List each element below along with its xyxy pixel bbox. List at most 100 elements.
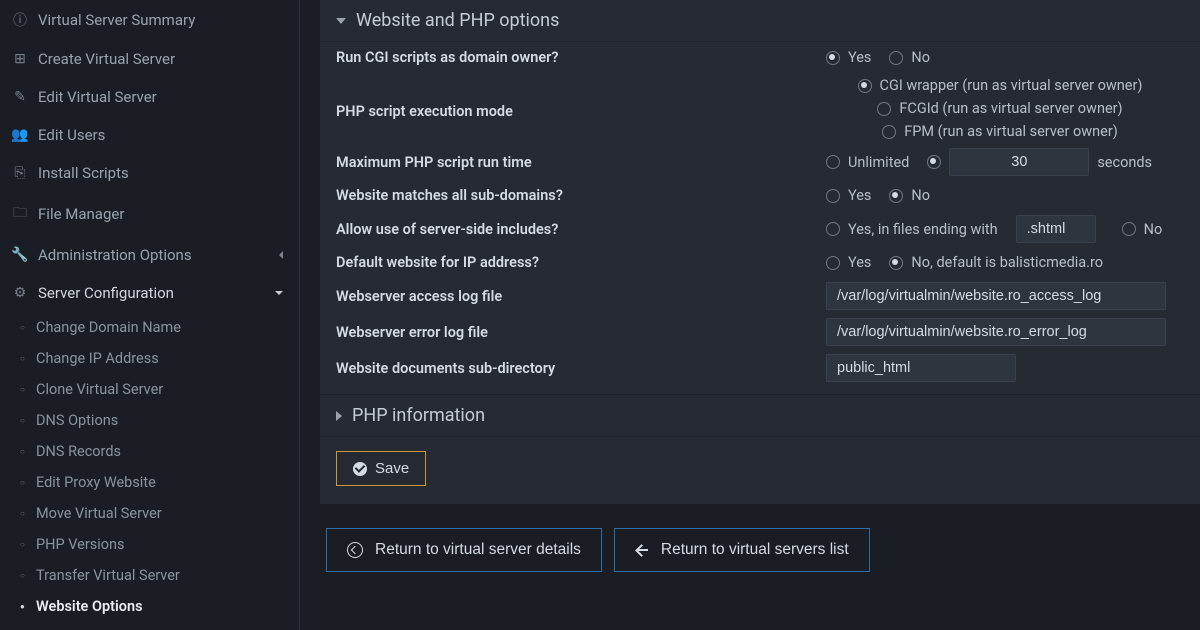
- label-doc-subdir: Website documents sub-directory: [336, 357, 826, 380]
- bottom-buttons: Return to virtual server details Return …: [320, 504, 1200, 596]
- maxrun-value-radio[interactable]: [927, 155, 941, 169]
- sidebar-item-label: Edit Virtual Server: [38, 88, 157, 106]
- run-cgi-no-radio[interactable]: [889, 51, 903, 65]
- sidebar-item-label: Install Scripts: [38, 164, 129, 182]
- sidebar-item-server-config[interactable]: ⚙ Server Configuration: [0, 274, 299, 312]
- sidebar-item-label: File Manager: [38, 205, 124, 223]
- label-match-subdomains: Website matches all sub-domains?: [336, 184, 826, 207]
- label-max-runtime: Maximum PHP script run time: [336, 151, 826, 174]
- chevron-down-icon: [336, 18, 346, 24]
- info-icon: ⓘ: [10, 10, 30, 30]
- doc-subdir-input[interactable]: [826, 354, 1016, 382]
- install-icon: ⎘: [10, 165, 30, 181]
- sub-php-versions[interactable]: PHP Versions: [0, 529, 299, 560]
- php-mode-fcgid-radio[interactable]: [877, 102, 891, 116]
- check-circle-icon: [353, 462, 367, 476]
- maxrun-seconds-input[interactable]: [949, 148, 1089, 176]
- row-max-runtime: Maximum PHP script run time Unlimited se…: [320, 144, 1200, 180]
- sidebar-item-label: Edit Users: [38, 126, 105, 144]
- row-match-subdomains: Website matches all sub-domains? Yes No: [320, 180, 1200, 211]
- no-label: No: [1144, 221, 1163, 238]
- label-ssi: Allow use of server-side includes?: [336, 218, 826, 241]
- gears-icon: ⚙: [10, 285, 30, 301]
- label-run-cgi: Run CGI scripts as domain owner?: [336, 46, 826, 69]
- section-header-website-php[interactable]: Website and PHP options: [320, 0, 1200, 42]
- return-details-label: Return to virtual server details: [375, 541, 581, 559]
- sidebar-item-label: Virtual Server Summary: [38, 11, 195, 29]
- save-button[interactable]: Save: [336, 451, 426, 486]
- yes-label: Yes: [848, 254, 871, 271]
- sub-clone[interactable]: Clone Virtual Server: [0, 374, 299, 405]
- wrench-icon: 🔧: [10, 247, 30, 263]
- sidebar-item-label: Server Configuration: [38, 284, 174, 302]
- label-php-mode: PHP script execution mode: [336, 77, 826, 123]
- row-doc-subdir: Website documents sub-directory: [320, 350, 1200, 394]
- sidebar-item-install-scripts[interactable]: ⎘ Install Scripts: [0, 154, 299, 192]
- maxrun-unlimited-label: Unlimited: [848, 154, 909, 171]
- php-mode-cgiwrapper-radio[interactable]: [858, 79, 872, 93]
- yes-label: Yes: [848, 187, 871, 204]
- row-default-ip: Default website for IP address? Yes No, …: [320, 247, 1200, 278]
- defaultip-no-radio[interactable]: [889, 256, 903, 270]
- row-php-mode: PHP script execution mode CGI wrapper (r…: [320, 73, 1200, 144]
- folder-icon: 🗀: [10, 202, 30, 226]
- sidebar-item-edit-server[interactable]: ✎ Edit Virtual Server: [0, 78, 299, 116]
- chevron-right-icon: [336, 411, 342, 421]
- row-access-log: Webserver access log file: [320, 278, 1200, 314]
- php-mode-fpm-radio[interactable]: [882, 125, 896, 139]
- no-label: No: [911, 49, 930, 66]
- section-title: Website and PHP options: [356, 10, 559, 31]
- server-config-submenu: Change Domain Name Change IP Address Clo…: [0, 312, 299, 622]
- sidebar-item-label: Create Virtual Server: [38, 50, 175, 68]
- return-details-button[interactable]: Return to virtual server details: [326, 528, 602, 572]
- ssi-yes-radio[interactable]: [826, 222, 840, 236]
- label-access-log: Webserver access log file: [336, 285, 826, 308]
- sidebar-item-label: Administration Options: [38, 246, 192, 264]
- php-mode-cgiwrapper-label: CGI wrapper (run as virtual server owner…: [880, 77, 1143, 94]
- yes-label: Yes: [848, 49, 871, 66]
- sidebar-item-create[interactable]: ⊞ Create Virtual Server: [0, 40, 299, 78]
- sub-transfer[interactable]: Transfer Virtual Server: [0, 560, 299, 591]
- seconds-label: seconds: [1097, 154, 1152, 171]
- label-error-log: Webserver error log file: [336, 321, 826, 344]
- sub-dns-records[interactable]: DNS Records: [0, 436, 299, 467]
- php-mode-fpm-label: FPM (run as virtual server owner): [904, 123, 1118, 140]
- return-list-button[interactable]: Return to virtual servers list: [614, 528, 870, 572]
- sidebar: ⓘ Virtual Server Summary ⊞ Create Virtua…: [0, 0, 300, 630]
- ssi-yes-label: Yes, in files ending with: [848, 221, 998, 238]
- save-label: Save: [375, 460, 409, 477]
- sidebar-item-edit-users[interactable]: 👥 Edit Users: [0, 116, 299, 154]
- ssi-no-radio[interactable]: [1122, 222, 1136, 236]
- php-info-title: PHP information: [352, 405, 485, 426]
- sub-move[interactable]: Move Virtual Server: [0, 498, 299, 529]
- matchsub-yes-radio[interactable]: [826, 189, 840, 203]
- ssi-ext-input[interactable]: [1016, 215, 1096, 243]
- access-log-input[interactable]: [826, 282, 1166, 310]
- users-icon: 👥: [10, 127, 30, 143]
- maxrun-unlimited-radio[interactable]: [826, 155, 840, 169]
- sub-change-domain[interactable]: Change Domain Name: [0, 312, 299, 343]
- plus-square-icon: ⊞: [10, 51, 30, 67]
- sub-edit-proxy[interactable]: Edit Proxy Website: [0, 467, 299, 498]
- row-ssi: Allow use of server-side includes? Yes, …: [320, 211, 1200, 247]
- defaultip-yes-radio[interactable]: [826, 256, 840, 270]
- return-list-label: Return to virtual servers list: [661, 541, 849, 559]
- php-mode-fcgid-label: FCGId (run as virtual server owner): [899, 100, 1122, 117]
- matchsub-no-radio[interactable]: [889, 189, 903, 203]
- sidebar-item-summary[interactable]: ⓘ Virtual Server Summary: [0, 0, 299, 40]
- defaultip-no-label: No, default is balisticmedia.ro: [911, 254, 1103, 271]
- run-cgi-yes-radio[interactable]: [826, 51, 840, 65]
- error-log-input[interactable]: [826, 318, 1166, 346]
- row-error-log: Webserver error log file: [320, 314, 1200, 350]
- section-header-php-info[interactable]: PHP information: [320, 394, 1200, 437]
- arrow-left-icon: [635, 543, 649, 557]
- label-default-ip: Default website for IP address?: [336, 251, 826, 274]
- main-content: Website and PHP options Run CGI scripts …: [300, 0, 1200, 630]
- sub-website-options[interactable]: Website Options: [0, 591, 299, 622]
- website-php-panel: Website and PHP options Run CGI scripts …: [320, 0, 1200, 504]
- sidebar-item-admin-options[interactable]: 🔧 Administration Options: [0, 236, 299, 274]
- sidebar-item-file-manager[interactable]: 🗀 File Manager: [0, 192, 299, 236]
- sub-dns-options[interactable]: DNS Options: [0, 405, 299, 436]
- sub-change-ip[interactable]: Change IP Address: [0, 343, 299, 374]
- edit-icon: ✎: [10, 89, 30, 105]
